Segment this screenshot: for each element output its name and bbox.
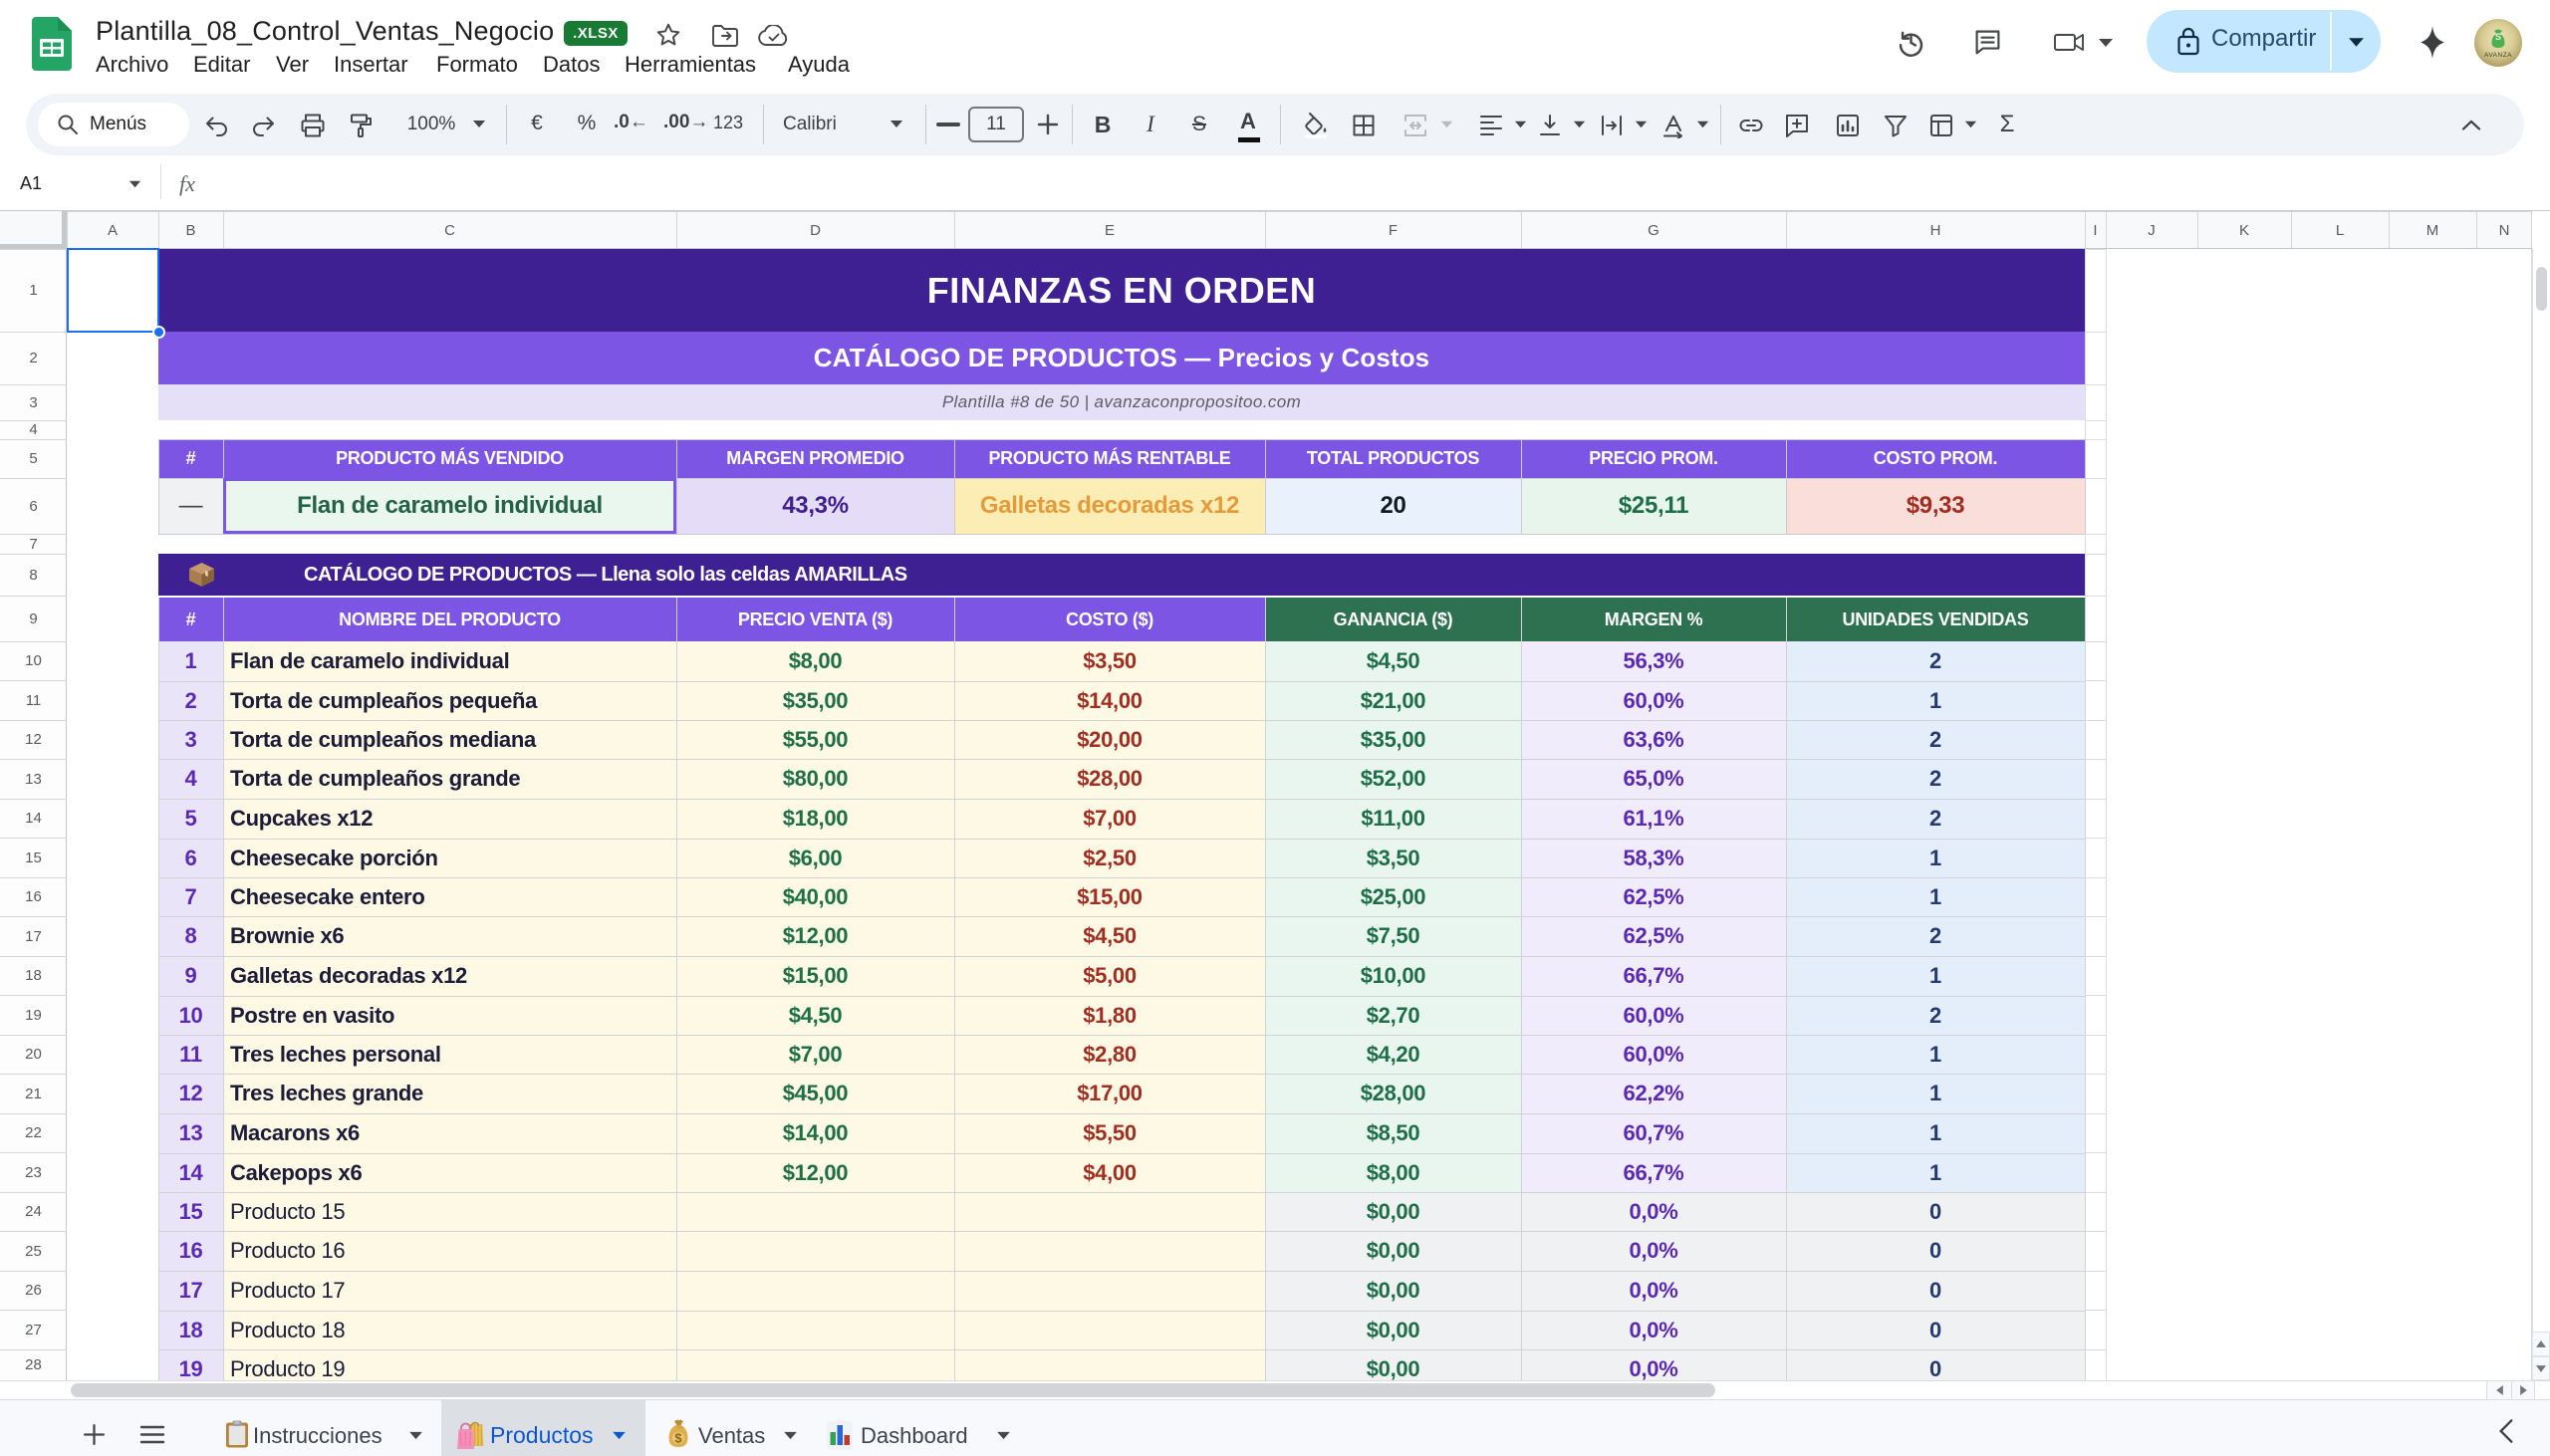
svg-text:$: $ (674, 1431, 682, 1446)
svg-text:AVANZA: AVANZA (2484, 52, 2512, 59)
svg-text:S: S (2495, 32, 2501, 42)
